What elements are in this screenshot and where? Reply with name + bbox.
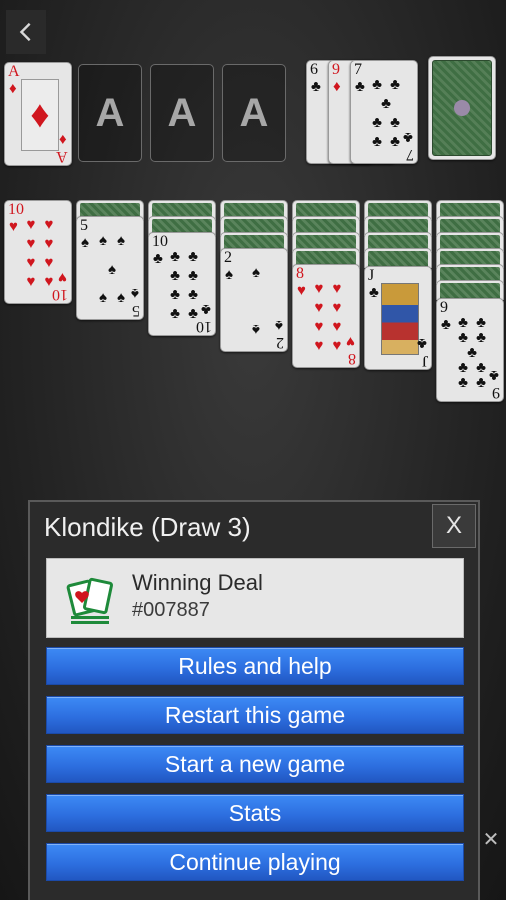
card-pips: ♣ ♣ ♣ ♣ ♣ ♣ ♣ ♣ ♣ xyxy=(458,314,486,391)
foundation-slot[interactable]: A xyxy=(150,64,214,162)
club-icon: ♣ xyxy=(201,301,211,318)
cards-icon xyxy=(66,577,114,624)
tableau-card[interactable]: 10 ♥ ♥ ♥ ♥ ♥ ♥ ♥ ♥ ♥ ♥ 10 xyxy=(4,200,72,304)
card-rank: 9 xyxy=(440,299,448,316)
club-icon: ♣ xyxy=(355,78,365,95)
card-pips: ♣ ♣ ♣ ♣ ♣ ♣ ♣ xyxy=(372,76,400,150)
card-rank: 5 xyxy=(80,217,88,234)
club-icon: ♣ xyxy=(441,316,451,333)
card-rank: 10 xyxy=(152,233,168,250)
card-rank: 8 xyxy=(296,265,304,282)
club-icon: ♣ xyxy=(311,78,321,95)
new-game-button[interactable]: Start a new game xyxy=(46,745,464,783)
tableau-card[interactable]: 2 ♠ ♠ ♠ ♠ 2 xyxy=(220,248,288,352)
heart-icon: ♥ xyxy=(9,218,18,235)
card-rank: A xyxy=(56,148,68,165)
card-rank: J xyxy=(421,352,428,369)
card-rank: 6 xyxy=(310,61,318,78)
card-rank: 9 xyxy=(332,61,340,78)
restart-game-button[interactable]: Restart this game xyxy=(46,696,464,734)
card-pips: ♣ ♣ ♣ ♣ ♣ ♣ ♣ ♣ xyxy=(170,248,198,322)
card-rank: 7 xyxy=(354,61,362,78)
card-rank: 8 xyxy=(348,350,356,367)
card-rank: 7 xyxy=(406,146,414,163)
heart-icon: ♥ xyxy=(346,333,355,350)
face-down-card xyxy=(364,248,432,268)
card-rank: 5 xyxy=(132,302,140,319)
continue-playing-button[interactable]: Continue playing xyxy=(46,843,464,881)
chevron-left-icon xyxy=(19,22,31,42)
face-down-card xyxy=(436,280,504,300)
tableau-card[interactable]: 10 ♣ ♣ ♣ ♣ ♣ ♣ ♣ ♣ ♣ ♣ 10 xyxy=(148,232,216,336)
spade-icon: ♠ xyxy=(275,317,283,334)
tableau-card[interactable]: J ♣ ♣ J xyxy=(364,266,432,370)
stock-pile[interactable] xyxy=(428,56,496,160)
card-rank: J xyxy=(368,267,375,284)
card-pips: ♥ ♥ ♥ ♥ ♥ ♥ ♥ ♥ xyxy=(26,216,54,290)
card-rank: 10 xyxy=(52,286,68,303)
dialog-title: Klondike (Draw 3) xyxy=(44,512,251,542)
card-pips: ♠ ♠ ♠ ♠ ♠ xyxy=(99,232,125,306)
card-pips: ♠ ♠ xyxy=(252,264,260,338)
deal-info-panel: Winning Deal #007887 xyxy=(46,558,464,638)
stats-button[interactable]: Stats xyxy=(46,794,464,832)
jack-portrait xyxy=(381,283,419,355)
card-rank: A xyxy=(8,63,20,80)
diamond-icon: ♦ xyxy=(333,78,341,95)
close-icon[interactable]: X xyxy=(432,504,476,548)
card-rank: 9 xyxy=(492,384,500,401)
spade-icon: ♠ xyxy=(81,234,89,251)
foundation-ace-of-diamonds[interactable]: A ♦ ♦ ♦ A xyxy=(4,62,72,166)
card-pips: ♥ ♥ ♥ ♥ ♥ ♥ ♥ ♥ xyxy=(314,280,342,354)
diamond-icon: ♦ xyxy=(59,131,67,148)
card-rank: 2 xyxy=(224,249,232,266)
card-back-pattern xyxy=(432,60,492,156)
rules-help-button[interactable]: Rules and help xyxy=(46,647,464,685)
foundation-slot[interactable]: A xyxy=(222,64,286,162)
tableau-card[interactable]: 9 ♣ ♣ ♣ ♣ ♣ ♣ ♣ ♣ ♣ ♣ ♣ 9 xyxy=(436,298,504,402)
back-button[interactable] xyxy=(6,10,46,54)
diamond-icon: ♦ xyxy=(21,79,59,151)
heart-icon: ♥ xyxy=(297,282,306,299)
ad-close-icon[interactable]: ✕ xyxy=(480,828,502,851)
foundation-slot[interactable]: A xyxy=(78,64,142,162)
diamond-icon: ♦ xyxy=(9,80,17,97)
waste-top-card[interactable]: 7 ♣ ♣ ♣ ♣ ♣ ♣ ♣ ♣ ♣ 7 xyxy=(350,60,418,164)
club-icon: ♣ xyxy=(153,250,163,267)
tableau-card[interactable]: 8 ♥ ♥ ♥ ♥ ♥ ♥ ♥ ♥ ♥ ♥ 8 xyxy=(292,264,360,368)
game-menu-dialog: Klondike (Draw 3) X Winning Deal #007887… xyxy=(28,500,480,900)
club-icon: ♣ xyxy=(489,367,499,384)
card-rank: 10 xyxy=(196,318,212,335)
deal-number: #007887 xyxy=(132,599,210,621)
spade-icon: ♠ xyxy=(225,266,233,283)
card-rank: 2 xyxy=(276,334,284,351)
heart-icon: ♥ xyxy=(58,269,67,286)
card-rank: 10 xyxy=(8,201,24,218)
tableau-card[interactable]: 5 ♠ ♠ ♠ ♠ ♠ ♠ ♠ 5 xyxy=(76,216,144,320)
deal-title: Winning Deal xyxy=(132,570,263,595)
spade-icon: ♠ xyxy=(131,285,139,302)
club-icon: ♣ xyxy=(403,129,413,146)
club-icon: ♣ xyxy=(417,335,427,352)
club-icon: ♣ xyxy=(369,284,379,301)
